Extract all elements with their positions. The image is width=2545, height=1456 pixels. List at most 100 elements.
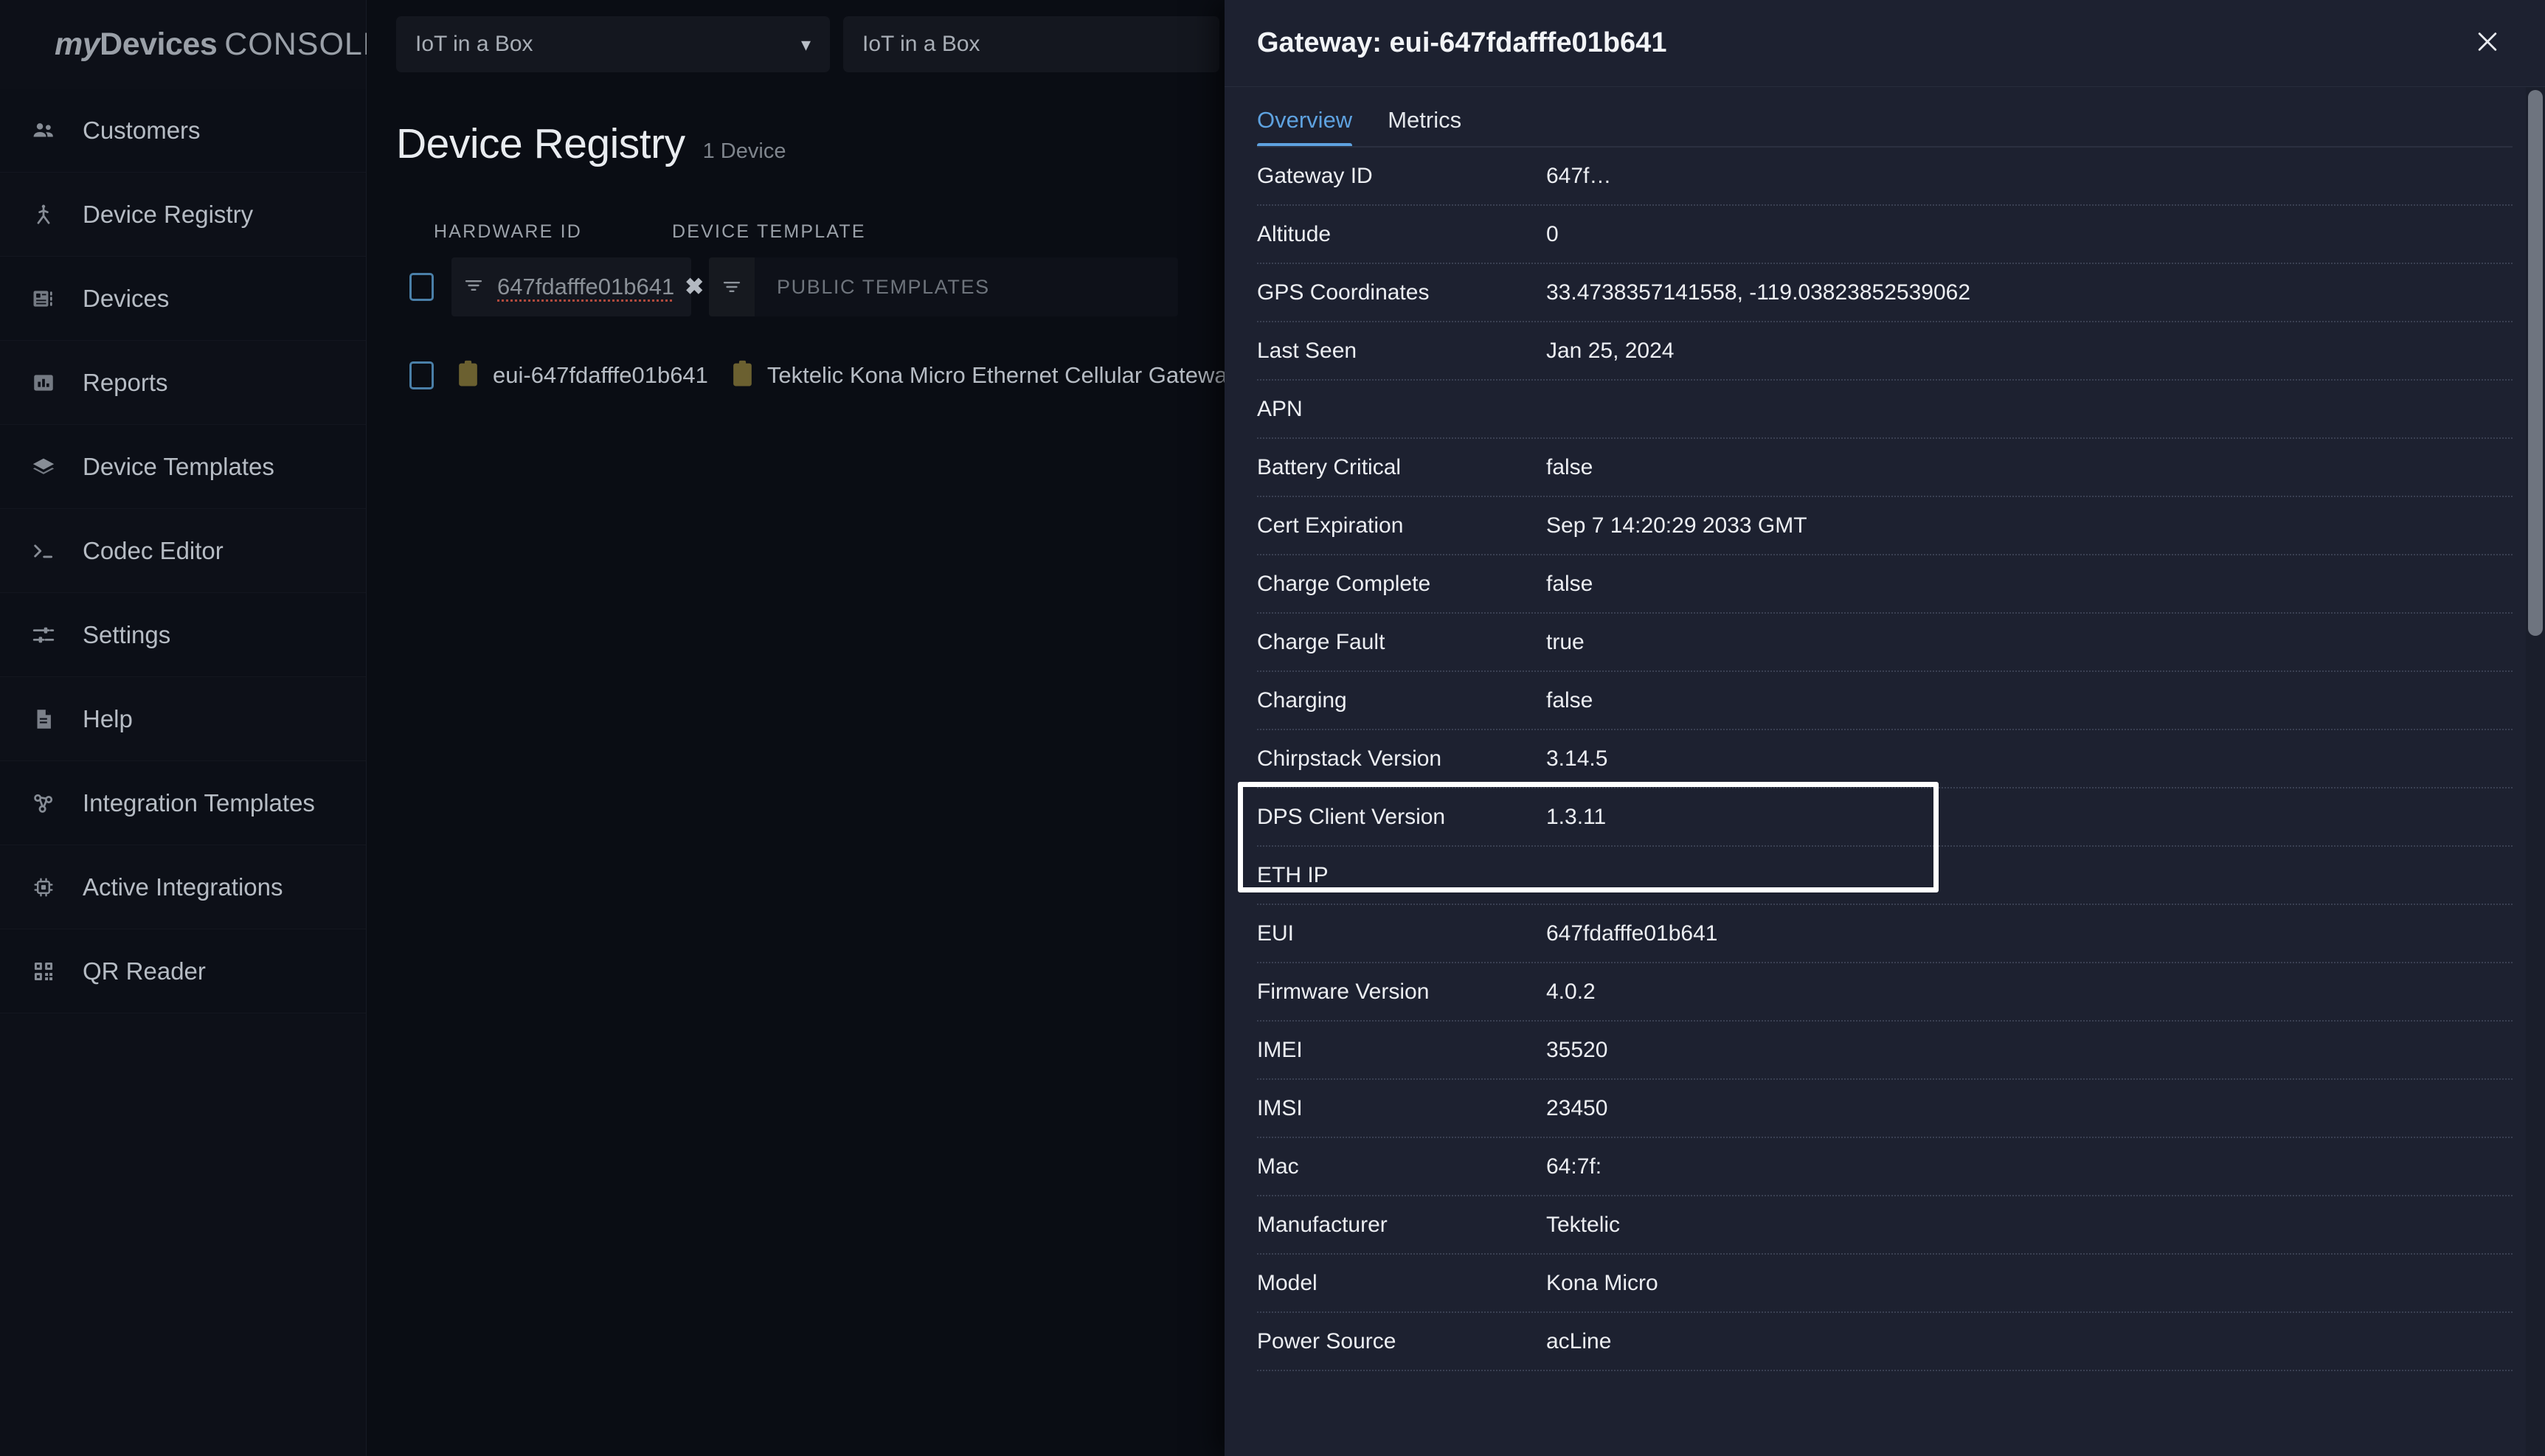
integration-icon [31, 791, 65, 816]
gateway-detail-panel: Gateway: eui-647fdafffe01b641 Overview M… [1225, 0, 2545, 1456]
property-key: Last Seen [1257, 338, 1357, 363]
brand-logo-text: myDevices CONSOLE [55, 27, 385, 63]
property-key: IMSI [1257, 1095, 1303, 1120]
sidebar: myDevices CONSOLE Customers Device Regis… [0, 0, 384, 1456]
table-row[interactable]: eui-647fdafffe01b641 Tektelic Kona Micro… [396, 352, 1239, 399]
filter-icon [463, 275, 484, 299]
sidebar-item-label: Device Registry [83, 200, 254, 228]
sidebar-item-label: Integration Templates [83, 788, 315, 817]
hardware-id-filter-input[interactable]: 647fdafffe01b641 ✖ [451, 257, 704, 316]
row-checkbox[interactable] [409, 361, 434, 389]
property-row: Power Source acLine [1257, 1313, 2513, 1371]
property-value: false [1546, 687, 1593, 713]
sidebar-item-customers[interactable]: Customers [0, 89, 366, 173]
bar-chart-icon [31, 370, 65, 395]
property-row-highlighted: DPS Client Version 1.3.11 [1257, 788, 2513, 847]
property-value: 1.3.11 [1546, 804, 1607, 829]
hardware-id-filter-value: 647fdafffe01b641 [497, 274, 675, 299]
qr-icon [31, 959, 65, 984]
device-template-filter-placeholder: PUBLIC TEMPLATES [777, 275, 990, 298]
close-icon[interactable] [2473, 27, 2502, 60]
application-select[interactable]: IoT in a Box [843, 16, 1219, 72]
property-value: Tektelic [1546, 1212, 1621, 1237]
tab-metrics[interactable]: Metrics [1388, 107, 1461, 148]
brand-devices: Devices [100, 26, 218, 62]
property-value: 4.0.2 [1546, 979, 1596, 1004]
layers-icon [31, 454, 65, 479]
sidebar-item-label: Reports [83, 368, 168, 396]
row-device-template: Tektelic Kona Micro Ethernet Cellular Ga… [766, 362, 1239, 388]
sidebar-item-active-integrations[interactable]: Active Integrations [0, 845, 366, 929]
property-value: Sep 7 14:20:29 2033 GMT [1546, 513, 1807, 538]
sidebar-item-label: Help [83, 704, 133, 732]
property-key: APN [1257, 396, 1303, 421]
property-row: IMEI 35520 [1257, 1022, 2513, 1080]
property-row: Altitude 0 [1257, 206, 2513, 264]
sidebar-item-label: Codec Editor [83, 536, 224, 564]
sidebar-item-help[interactable]: Help [0, 677, 366, 761]
property-key: Battery Critical [1257, 454, 1402, 479]
property-row: Gateway ID 647f… [1257, 148, 2513, 206]
property-row: Manufacturer Tektelic [1257, 1196, 2513, 1255]
property-value: 3.14.5 [1546, 746, 1608, 771]
sidebar-item-device-registry[interactable]: Device Registry [0, 173, 366, 257]
clipboard-icon [731, 360, 754, 391]
property-value: 64:7f: [1546, 1154, 1602, 1179]
top-bar: IoT in a Box ▾ IoT in a Box [367, 0, 1225, 89]
filter-icon [709, 257, 755, 316]
property-row: Cert Expiration Sep 7 14:20:29 2033 GMT [1257, 497, 2513, 555]
sidebar-item-qr-reader[interactable]: QR Reader [0, 929, 366, 1013]
brand-my: my [55, 26, 100, 62]
property-row-highlighted: Chirpstack Version 3.14.5 [1257, 730, 2513, 788]
property-key: EUI [1257, 921, 1295, 946]
property-key: DPS Client Version [1257, 804, 1446, 829]
property-key: Chirpstack Version [1257, 746, 1442, 771]
brand-logo[interactable]: myDevices CONSOLE [0, 0, 384, 89]
property-row: Firmware Version 4.0.2 [1257, 963, 2513, 1022]
sidebar-item-device-templates[interactable]: Device Templates [0, 425, 366, 509]
device-template-filter-input[interactable]: PUBLIC TEMPLATES [709, 257, 1178, 316]
property-row: EUI 647fdafffe01b641 [1257, 905, 2513, 963]
table-column-headers: HARDWARE ID DEVICE TEMPLATE [396, 221, 1225, 243]
customer-select-value: IoT in a Box [415, 32, 533, 56]
property-key: Altitude [1257, 221, 1332, 246]
sidebar-item-integration-templates[interactable]: Integration Templates [0, 761, 366, 845]
property-key: ETH IP [1257, 862, 1329, 887]
row-hardware-id: eui-647fdafffe01b641 [493, 362, 708, 388]
sidebar-item-codec-editor[interactable]: Codec Editor [0, 509, 366, 593]
terminal-icon [31, 538, 65, 564]
sidebar-item-label: QR Reader [83, 957, 206, 985]
sidebar-item-label: Settings [83, 620, 171, 648]
property-key: Cert Expiration [1257, 513, 1404, 538]
document-icon [31, 707, 65, 732]
property-row: APN [1257, 381, 2513, 439]
property-value: 647fdafffe01b641 [1546, 921, 1718, 946]
sidebar-item-reports[interactable]: Reports [0, 341, 366, 425]
property-row: Battery Critical false [1257, 439, 2513, 497]
property-row: GPS Coordinates 33.4738357141558, -119.03… [1257, 264, 2513, 322]
property-value: Kona Micro [1546, 1270, 1658, 1295]
panel-scrollbar-thumb[interactable] [2528, 90, 2543, 636]
app-root: myDevices CONSOLE Customers Device Regis… [0, 0, 2545, 1456]
customer-select[interactable]: IoT in a Box ▾ [396, 16, 830, 72]
property-key: Firmware Version [1257, 979, 1430, 1004]
sidebar-item-settings[interactable]: Settings [0, 593, 366, 677]
sidebar-item-label: Devices [83, 284, 170, 312]
column-header-hardware-id: HARDWARE ID [434, 221, 583, 242]
property-key: Charge Fault [1257, 629, 1385, 654]
people-icon [31, 118, 65, 143]
property-value: Jan 25, 2024 [1546, 338, 1675, 363]
column-header-device-template: DEVICE TEMPLATE [672, 221, 866, 242]
property-key: IMEI [1257, 1037, 1303, 1062]
clipboard-icon [457, 360, 479, 391]
property-row: Charge Complete false [1257, 555, 2513, 614]
property-key: Model [1257, 1270, 1317, 1295]
sidebar-item-devices[interactable]: Devices [0, 257, 366, 341]
sidebar-item-label: Customers [83, 116, 201, 144]
tab-overview[interactable]: Overview [1257, 107, 1353, 148]
property-key: Manufacturer [1257, 1212, 1388, 1237]
property-row: IMSI 23450 [1257, 1080, 2513, 1138]
select-all-checkbox[interactable] [409, 273, 434, 301]
property-row: Charge Fault true [1257, 614, 2513, 672]
clear-filter-icon[interactable]: ✖ [685, 274, 704, 300]
